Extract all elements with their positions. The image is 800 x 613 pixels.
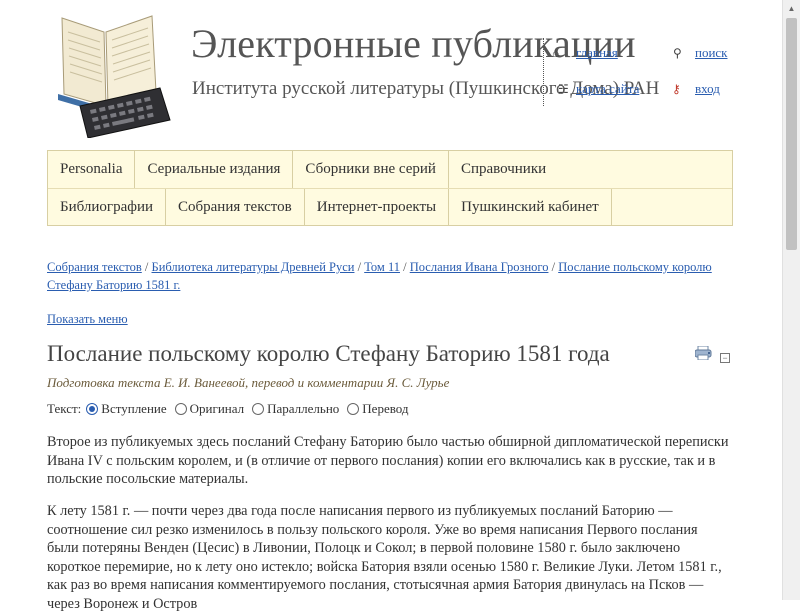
key-icon[interactable]: ⚷ — [672, 82, 681, 97]
radio-label: Перевод — [362, 401, 409, 416]
breadcrumb-item[interactable]: Послания Ивана Грозного — [410, 260, 549, 274]
login-link[interactable]: вход — [695, 81, 720, 97]
radio-button[interactable] — [347, 403, 360, 415]
radio-button[interactable] — [252, 403, 265, 415]
page-title: Послание польскому королю Стефану Батори… — [47, 341, 610, 366]
collapse-icon[interactable]: − — [720, 353, 730, 363]
radio-button[interactable] — [174, 403, 187, 415]
main-menu: Personalia Сериальные издания Сборники в… — [47, 150, 733, 226]
breadcrumb-item[interactable]: Собрания текстов — [47, 260, 142, 274]
radio-label: Оригинал — [189, 401, 245, 416]
show-menu-link[interactable]: Показать меню — [47, 312, 128, 327]
print-icon[interactable] — [695, 346, 713, 360]
dotted-divider — [543, 38, 544, 106]
text-mode-label: Текст: — [47, 401, 82, 416]
radio-label: Параллельно — [267, 401, 340, 416]
menu-item-personalia[interactable]: Personalia — [48, 151, 136, 188]
magnifier-icon[interactable]: ⚲ — [673, 46, 682, 61]
breadcrumb-separator: / — [399, 260, 410, 274]
breadcrumb-item[interactable]: Библиотека литературы Древней Руси — [152, 260, 355, 274]
site-title: Электронные публикации — [191, 21, 636, 66]
breadcrumb: Собрания текстов / Библиотека литературы… — [47, 258, 727, 294]
home-link[interactable]: главная — [576, 45, 618, 61]
text-mode-selector: Текст: Вступление Оригинал Параллельно П… — [47, 401, 417, 417]
scrollbar-thumb[interactable] — [786, 18, 797, 250]
menu-item-internet-projects[interactable]: Интернет-проекты — [305, 189, 450, 226]
menu-item-text-collections[interactable]: Собрания текстов — [166, 189, 305, 226]
sitemap-link[interactable]: карта сайта — [576, 81, 639, 97]
menu-item-reference[interactable]: Справочники — [449, 151, 558, 188]
menu-row-1: Personalia Сериальные издания Сборники в… — [48, 151, 732, 188]
menu-item-bibliographies[interactable]: Библиографии — [48, 189, 166, 226]
radio-original[interactable]: Оригинал — [174, 401, 245, 417]
radio-translation[interactable]: Перевод — [347, 401, 409, 417]
menu-item-serial-editions[interactable]: Сериальные издания — [135, 151, 294, 188]
home-icon[interactable]: ⌂ — [552, 46, 559, 61]
radio-button-checked[interactable] — [86, 403, 99, 415]
menu-row-2: Библиографии Собрания текстов Интернет-п… — [48, 188, 732, 226]
site-logo-book-keyboard[interactable] — [44, 10, 174, 138]
sitemap-icon[interactable]: ☷ — [558, 82, 569, 97]
menu-item-collections[interactable]: Сборники вне серий — [293, 151, 449, 188]
paragraph-1: Второе из публикуемых здесь посланий Сте… — [47, 434, 729, 487]
breadcrumb-separator: / — [141, 260, 152, 274]
breadcrumb-separator: / — [354, 260, 365, 274]
credits-line: Подготовка текста Е. И. Ванеевой, перево… — [47, 375, 450, 390]
radio-parallel[interactable]: Параллельно — [252, 401, 339, 417]
vertical-scrollbar[interactable]: ▲ — [782, 0, 800, 600]
radio-label: Вступление — [101, 401, 167, 416]
paragraph-2: К лету 1581 г. — почти через два года по… — [47, 503, 722, 612]
menu-item-pushkin-cabinet[interactable]: Пушкинский кабинет — [449, 189, 612, 226]
breadcrumb-separator: / — [548, 260, 559, 274]
breadcrumb-item[interactable]: Том 11 — [364, 260, 400, 274]
radio-intro[interactable]: Вступление — [86, 401, 167, 417]
search-link[interactable]: поиск — [695, 45, 728, 61]
scroll-up-arrow-icon[interactable]: ▲ — [783, 0, 800, 17]
